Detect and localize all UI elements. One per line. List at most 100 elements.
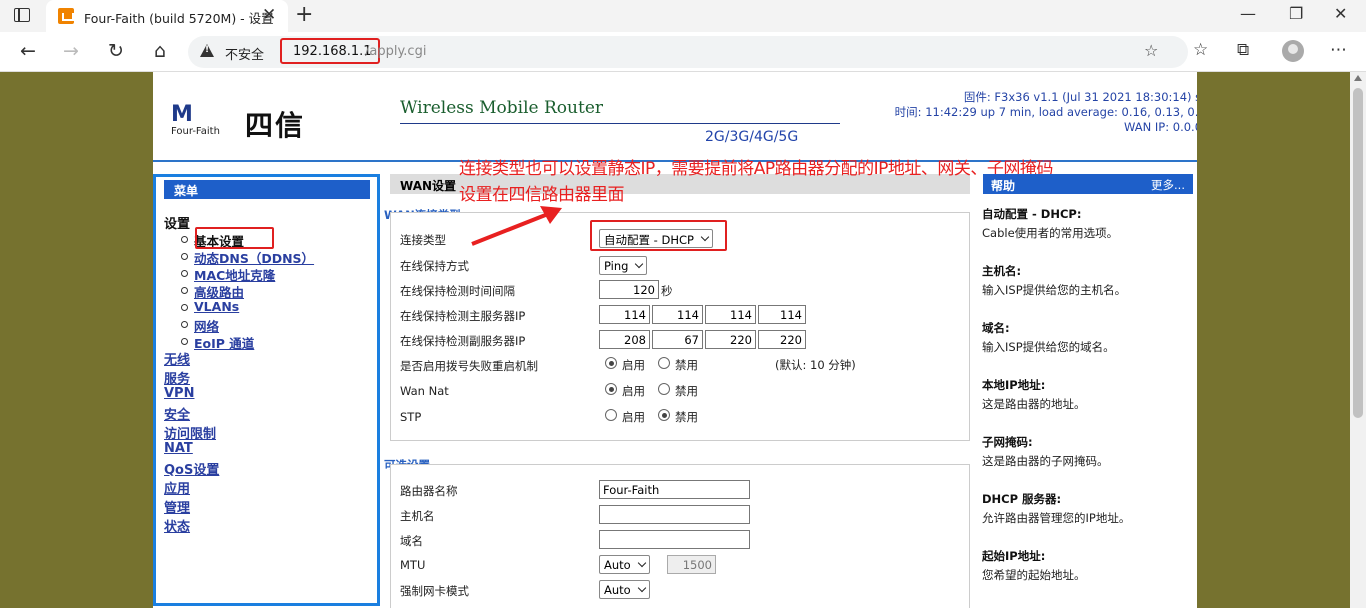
help-item-desc: 您希望的起始地址。 — [982, 568, 1086, 582]
domain-input[interactable] — [599, 530, 750, 549]
menu-section-settings[interactable]: 设置 — [164, 213, 190, 232]
more-options-icon[interactable]: ⋯ — [1330, 40, 1347, 60]
wan-nat-disable-radio[interactable] — [658, 383, 670, 395]
stp-enable-radio[interactable] — [605, 409, 617, 421]
help-item-title: 子网掩码: — [982, 435, 1033, 449]
add-favorite-icon[interactable]: ☆ — [1144, 41, 1158, 60]
tab-actions-icon[interactable] — [14, 8, 30, 22]
wan-nat-label: Wan Nat — [400, 384, 449, 398]
secondary-ip-octet-2[interactable]: 67 — [652, 330, 703, 349]
favorites-icon[interactable]: ☆ — [1193, 40, 1208, 60]
close-tab-icon[interactable]: ✕ — [262, 5, 276, 25]
restore-icon[interactable]: ❐ — [1289, 4, 1303, 23]
help-item-desc: 允许路由器管理您的IP地址。 — [982, 511, 1131, 525]
hostname-label: 主机名 — [400, 509, 435, 523]
help-item-desc: 这是路由器的地址。 — [982, 397, 1086, 411]
keepalive-interval-input[interactable]: 120 — [599, 280, 659, 299]
secondary-ip-octet-4[interactable]: 220 — [758, 330, 806, 349]
close-window-icon[interactable]: ✕ — [1334, 4, 1347, 23]
menu-item-services[interactable]: 服务 — [164, 368, 190, 387]
site-favicon-icon — [58, 8, 74, 24]
menu-item-network[interactable]: 网络 — [180, 316, 314, 334]
keepalive-mode-select[interactable]: Ping — [599, 256, 648, 275]
annotation-arrow — [471, 206, 562, 246]
back-icon[interactable]: ← — [16, 40, 40, 62]
menu-item-security[interactable]: 安全 — [164, 404, 190, 423]
uptime-text: 时间: 11:42:29 up 7 min, load average: 0.1… — [894, 105, 1197, 119]
help-item: 域名: 输入ISP提供给您的域名。 — [982, 320, 1192, 355]
conn-type-label: 连接类型 — [400, 233, 446, 247]
help-item: 子网掩码: 这是路由器的子网掩码。 — [982, 434, 1192, 469]
forward-icon[interactable]: → — [59, 40, 83, 62]
secondary-ip-octet-3[interactable]: 220 — [705, 330, 756, 349]
menu-header: 菜单 — [164, 180, 370, 199]
reload-icon[interactable]: ↻ — [104, 40, 128, 62]
browser-toolbar: ← → ↻ ⌂ 不安全 192.168.1.1 /apply.cgi ☆ ☆ ⧉… — [0, 32, 1366, 72]
browser-tab-bar: Four-Faith (build 5720M) - 设置 ✕ + — ❐ ✕ — [0, 0, 1366, 32]
menu-item-vpn[interactable]: VPN — [164, 386, 194, 401]
menu-item-administration[interactable]: 管理 — [164, 497, 190, 516]
disable-label: 禁用 — [675, 358, 698, 372]
address-bar[interactable]: 不安全 192.168.1.1 /apply.cgi ☆ — [188, 36, 1188, 68]
interval-unit: 秒 — [661, 284, 673, 298]
collections-icon[interactable]: ⧉ — [1237, 40, 1249, 60]
primary-ip-octet-2[interactable]: 114 — [652, 305, 703, 324]
four-faith-logo: M Four-Faith 四信 — [171, 102, 341, 142]
menu-item-eoip[interactable]: EoIP 通道 — [180, 333, 314, 351]
help-item-title: 自动配置 - DHCP: — [982, 207, 1082, 221]
keepalive-interval-label: 在线保持检测时间间隔 — [400, 284, 515, 298]
scroll-thumb[interactable] — [1353, 88, 1363, 418]
menu-item-applications[interactable]: 应用 — [164, 478, 190, 497]
help-item: 主机名: 输入ISP提供给您的主机名。 — [982, 263, 1192, 298]
mtu-label: MTU — [400, 558, 426, 572]
primary-ip-octet-3[interactable]: 114 — [705, 305, 756, 324]
router-page: M Four-Faith 四信 Wireless Mobile Router 2… — [153, 72, 1197, 608]
router-name-input[interactable]: Four-Faith — [599, 480, 750, 499]
menu-item-vlans[interactable]: VLANs — [180, 299, 314, 316]
page-scrollbar[interactable] — [1350, 72, 1366, 608]
primary-ip-octet-1[interactable]: 114 — [599, 305, 650, 324]
help-item: DHCP 服务器: 允许路由器管理您的IP地址。 — [982, 491, 1192, 526]
menu-item-status[interactable]: 状态 — [164, 516, 190, 535]
router-info: 固件: F3x36 v1.1 (Jul 31 2021 18:30:14) st… — [895, 90, 1197, 135]
default-note: (默认: 10 分钟) — [775, 358, 856, 372]
new-tab-icon[interactable]: + — [295, 2, 313, 27]
disable-label: 禁用 — [675, 384, 698, 398]
help-item-desc: 输入ISP提供给您的域名。 — [982, 340, 1115, 354]
nic-mode-select[interactable]: Auto — [599, 580, 650, 599]
menu-item-wireless[interactable]: 无线 — [164, 349, 190, 368]
dial-fail-disable-radio[interactable] — [658, 357, 670, 369]
secondary-ip-octet-1[interactable]: 208 — [599, 330, 650, 349]
menu-item-ddns[interactable]: 动态DNS（DDNS） — [180, 248, 314, 266]
dial-fail-enable-radio[interactable] — [605, 357, 617, 369]
help-panel: 帮助 更多... 自动配置 - DHCP: Cable使用者的常用选项。 主机名… — [980, 174, 1197, 606]
firmware-text: 固件: F3x36 v1.1 (Jul 31 2021 18:30:14) st… — [963, 90, 1197, 104]
keepalive-mode-label: 在线保持方式 — [400, 259, 469, 273]
stp-disable-radio[interactable] — [658, 409, 670, 421]
primary-ip-octet-4[interactable]: 114 — [758, 305, 806, 324]
menu-item-nat[interactable]: NAT — [164, 441, 193, 456]
router-name-label: 路由器名称 — [400, 484, 458, 498]
profile-avatar[interactable] — [1282, 40, 1304, 62]
menu-item-access-restrictions[interactable]: 访问限制 — [164, 423, 216, 442]
menu-item-qos[interactable]: QoS设置 — [164, 459, 219, 478]
enable-label: 启用 — [622, 410, 645, 424]
product-title: Wireless Mobile Router — [400, 98, 604, 118]
help-item-title: 本地IP地址: — [982, 378, 1046, 392]
tab-title: Four-Faith (build 5720M) - 设置 — [84, 11, 274, 26]
mtu-mode-select[interactable]: Auto — [599, 555, 650, 574]
logo-cn-text: 四信 — [245, 109, 306, 142]
help-more-link[interactable]: 更多... — [1151, 177, 1185, 193]
hostname-input[interactable] — [599, 505, 750, 524]
menu-item-mac-clone[interactable]: MAC地址克隆 — [180, 265, 314, 283]
stp-label: STP — [400, 410, 422, 424]
wan-ip-text: WAN IP: 0.0.0.0 — [1124, 120, 1197, 134]
help-item-title: 起始IP地址: — [982, 549, 1046, 563]
menu-item-advanced-routing[interactable]: 高级路由 — [180, 282, 314, 300]
browser-tab[interactable]: Four-Faith (build 5720M) - 设置 ✕ — [46, 0, 288, 32]
minimize-icon[interactable]: — — [1240, 4, 1256, 23]
wan-nat-enable-radio[interactable] — [605, 383, 617, 395]
home-icon[interactable]: ⌂ — [148, 40, 172, 62]
scroll-up-icon[interactable] — [1354, 75, 1362, 81]
enable-label: 启用 — [622, 384, 645, 398]
